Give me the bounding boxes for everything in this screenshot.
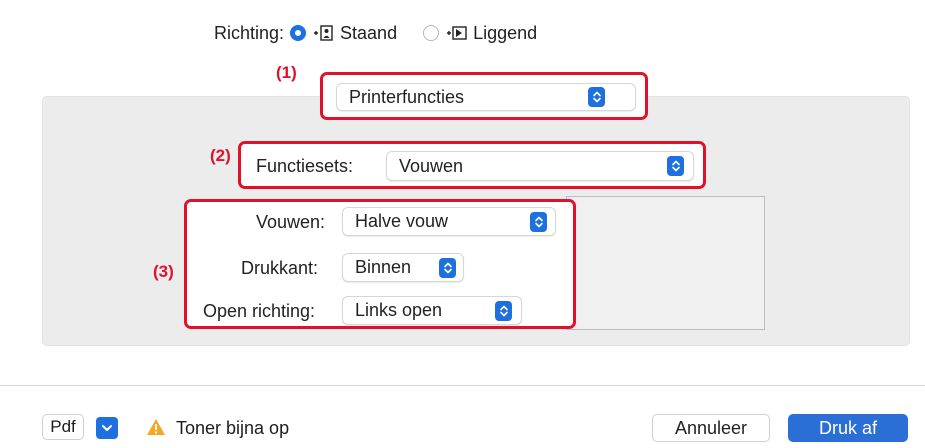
portrait-orientation-icon — [314, 25, 333, 41]
open-direction-popup[interactable]: Links open — [342, 296, 522, 325]
print-button-label: Druk af — [818, 417, 878, 438]
printer-features-popup[interactable]: Printerfuncties — [336, 83, 636, 111]
callout-number-1: (1) — [276, 63, 297, 82]
toner-warning-text: Toner bijna op — [176, 418, 290, 438]
callout-number-2: (2) — [210, 146, 231, 165]
orientation-label: Richting: — [214, 22, 285, 43]
pdf-button[interactable]: Pdf — [42, 414, 84, 440]
orientation-landscape-radio[interactable] — [423, 25, 440, 41]
fold-value: Halve vouw — [355, 211, 449, 231]
open-direction-value: Links open — [355, 300, 443, 320]
popup-arrows-icon — [667, 156, 684, 176]
fold-label: Vouwen: — [256, 212, 326, 232]
preview-box — [566, 196, 765, 330]
printer-features-value: Printerfuncties — [349, 86, 465, 107]
orientation-portrait-radio[interactable] — [290, 25, 307, 41]
chevron-down-icon — [102, 425, 112, 431]
landscape-orientation-icon — [447, 26, 467, 40]
popup-arrows-icon — [530, 212, 547, 232]
popup-arrows-icon — [495, 301, 512, 321]
print-button[interactable]: Druk af — [788, 414, 908, 442]
feature-sets-value: Vouwen — [399, 155, 464, 176]
print-side-popup[interactable]: Binnen — [342, 253, 464, 282]
orientation-portrait-label: Staand — [340, 22, 398, 43]
callout-number-3: (3) — [153, 262, 174, 281]
open-direction-label: Open richting: — [203, 301, 316, 321]
popup-arrows-icon — [588, 87, 605, 107]
pdf-button-label: Pdf — [50, 417, 76, 436]
divider — [0, 385, 925, 386]
orientation-landscape-label: Liggend — [473, 22, 538, 43]
print-side-label: Drukkant: — [241, 258, 319, 278]
cancel-button[interactable]: Annuleer — [652, 414, 770, 442]
feature-sets-popup[interactable]: Vouwen — [386, 151, 694, 181]
popup-arrows-icon — [439, 258, 456, 278]
fold-popup[interactable]: Halve vouw — [342, 207, 556, 236]
pdf-menu-button[interactable] — [96, 417, 118, 439]
warning-icon — [147, 419, 165, 435]
print-side-value: Binnen — [355, 257, 412, 277]
feature-sets-label: Functiesets: — [256, 156, 354, 176]
orientation-row: Richting: Staand Liggend — [214, 20, 537, 46]
cancel-button-label: Annuleer — [674, 417, 748, 438]
